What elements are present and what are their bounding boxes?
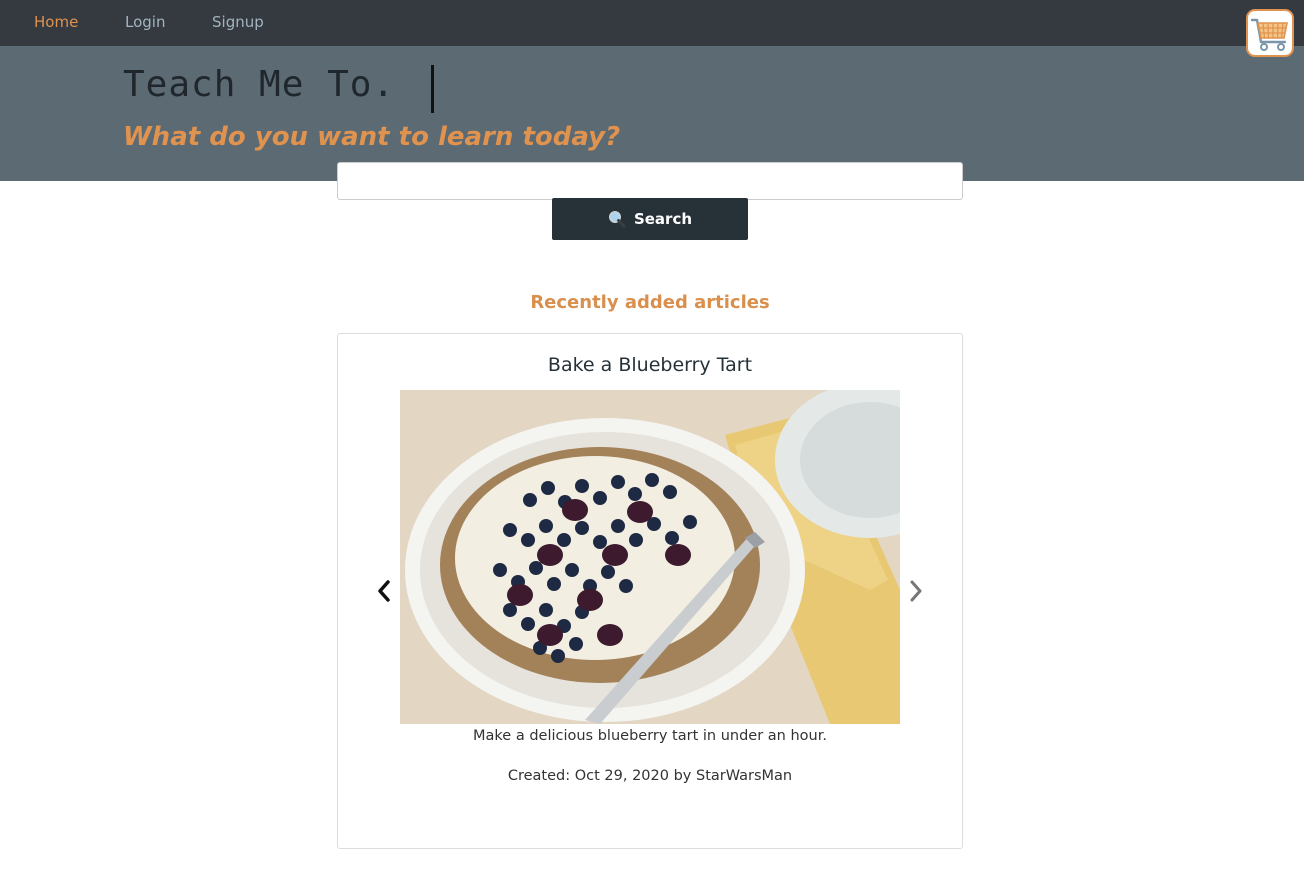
carousel-prev-button[interactable]	[372, 578, 396, 604]
nav-home-link[interactable]: Home	[34, 13, 78, 31]
hero-banner: Teach Me To. What do you want to learn t…	[0, 46, 1304, 181]
chevron-right-icon	[910, 580, 922, 602]
article-description: Make a delicious blueberry tart in under…	[473, 728, 827, 744]
carousel-next-button[interactable]	[904, 578, 928, 604]
search-input[interactable]	[337, 162, 963, 200]
top-navbar: Home Login Signup	[0, 0, 1304, 46]
search-button[interactable]: Search	[552, 198, 748, 240]
chevron-left-icon	[378, 580, 390, 602]
nav-login-link[interactable]: Login	[125, 13, 165, 31]
magnifier-icon	[608, 210, 626, 228]
nav-signup-link[interactable]: Signup	[212, 13, 264, 31]
article-title[interactable]: Bake a Blueberry Tart	[338, 354, 962, 376]
site-title: Teach Me To.	[123, 64, 396, 105]
shopping-cart-icon	[1250, 18, 1288, 51]
hero-subtitle: What do you want to learn today?	[123, 122, 621, 152]
article-image[interactable]	[400, 390, 900, 724]
search-button-label: Search	[633, 210, 693, 228]
section-title: Recently added articles	[530, 292, 770, 313]
article-meta: Created: Oct 29, 2020 by StarWarsMan	[507, 768, 793, 784]
article-carousel-card: Bake a Blueberry Tart Make a delicious b…	[337, 333, 963, 849]
typing-cursor	[431, 65, 434, 113]
shopping-cart-button[interactable]	[1246, 9, 1294, 57]
